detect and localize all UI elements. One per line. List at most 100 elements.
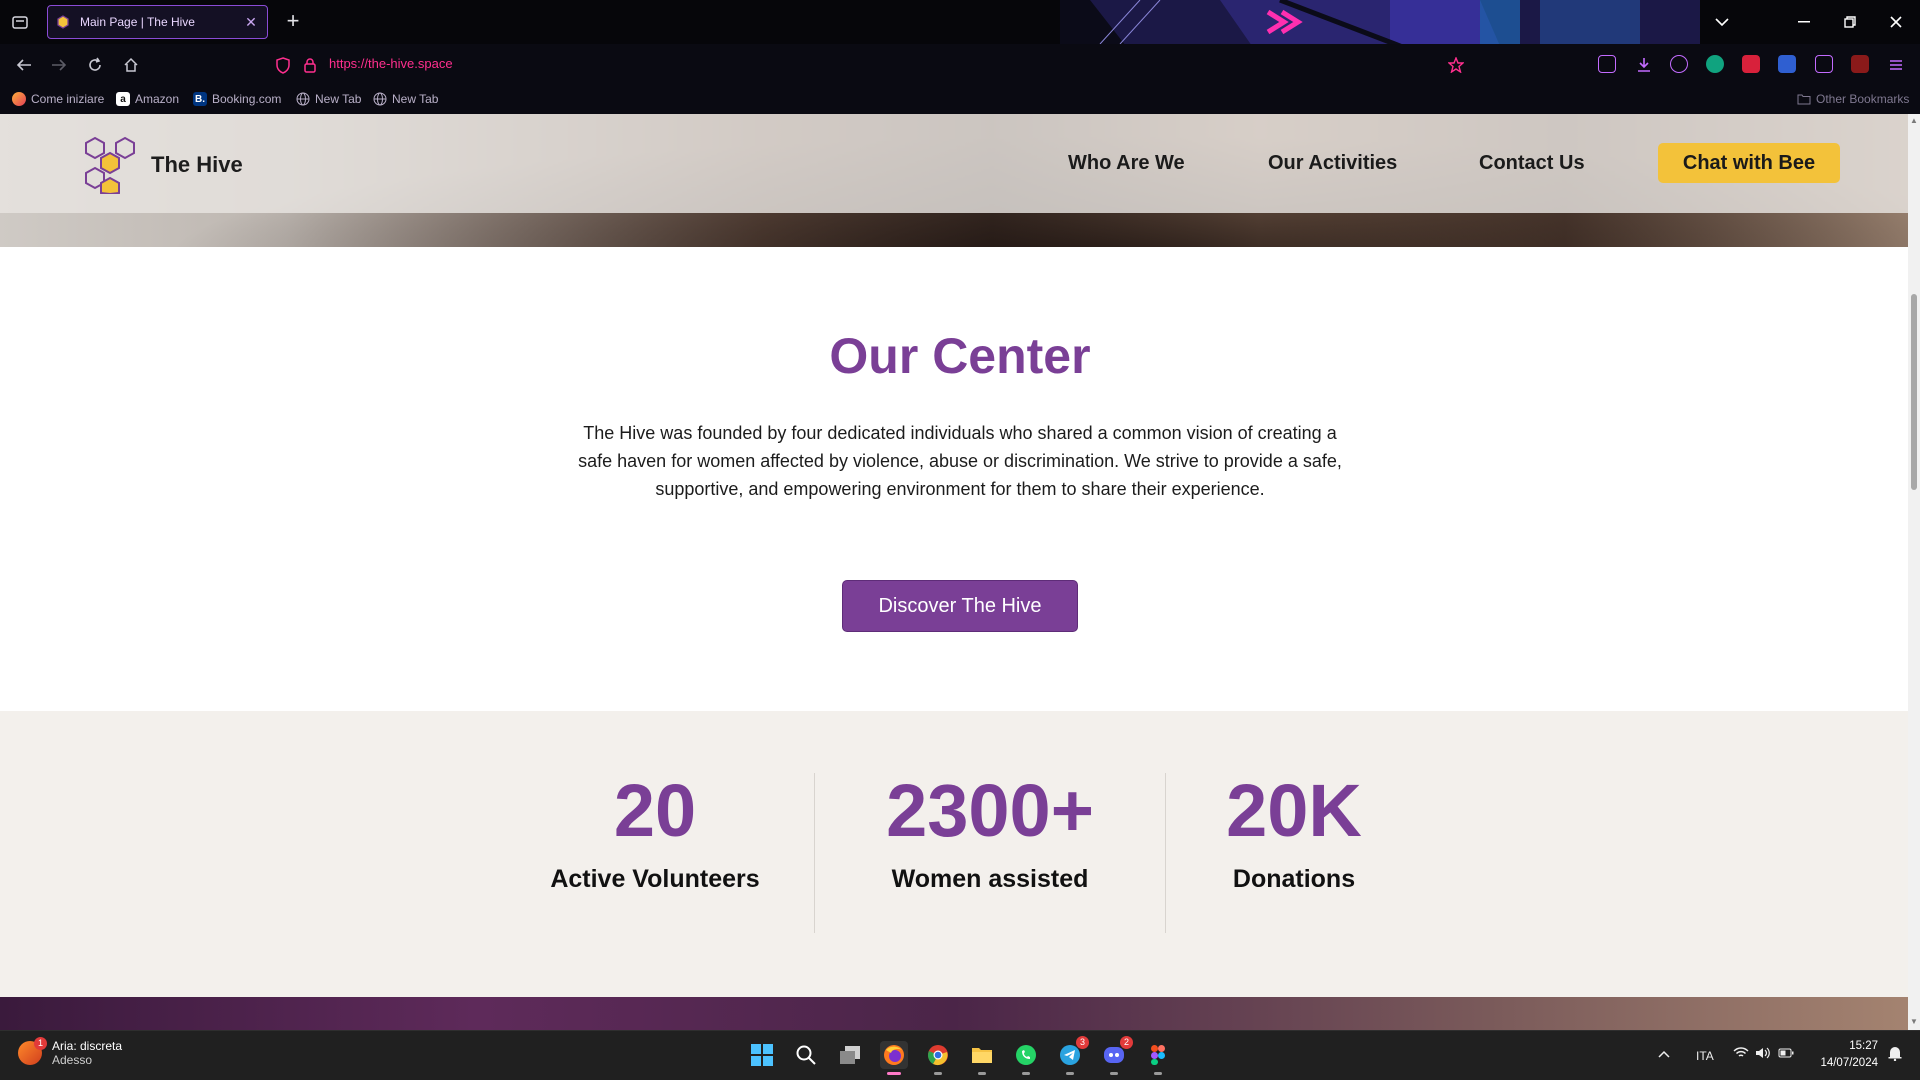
- minimize-icon: [1798, 21, 1810, 23]
- theme-background-art: [1060, 0, 1700, 44]
- running-indicator: [1154, 1072, 1162, 1075]
- stat-women-assisted: 2300+ Women assisted: [842, 771, 1138, 894]
- notification-badge: 3: [1076, 1036, 1089, 1049]
- bookmark-label: Come iniziare: [31, 92, 105, 106]
- windows-logo-icon: [751, 1044, 773, 1066]
- menu-button[interactable]: [1884, 53, 1908, 77]
- site-logo-text[interactable]: The Hive: [151, 152, 243, 178]
- minimize-button[interactable]: [1784, 8, 1824, 36]
- taskbar-whatsapp[interactable]: [1012, 1041, 1040, 1075]
- downloads-button[interactable]: [1632, 53, 1656, 77]
- lock-icon[interactable]: [303, 57, 317, 73]
- bookmark-label: New Tab: [392, 92, 439, 106]
- close-tab-icon[interactable]: ✕: [243, 14, 259, 31]
- language-indicator[interactable]: ITA: [1696, 1049, 1714, 1063]
- taskbar-chrome[interactable]: [924, 1041, 952, 1075]
- forward-button[interactable]: [47, 53, 71, 77]
- hive-favicon-icon: [57, 15, 69, 29]
- back-button[interactable]: [12, 53, 36, 77]
- notifications-bell-icon[interactable]: [1888, 1045, 1902, 1064]
- scroll-up-arrow-icon[interactable]: ▲: [1909, 116, 1919, 126]
- extension-icon[interactable]: [1742, 55, 1760, 73]
- other-bookmarks[interactable]: Other Bookmarks: [1797, 92, 1909, 106]
- hive-logo-icon[interactable]: [80, 134, 140, 194]
- restore-button[interactable]: [1830, 8, 1870, 36]
- reload-button[interactable]: [83, 53, 107, 77]
- chrome-icon: [928, 1045, 948, 1066]
- active-indicator: [887, 1072, 901, 1075]
- tab-main-page[interactable]: Main Page | The Hive ✕: [47, 5, 268, 39]
- amazon-icon: a: [116, 92, 130, 106]
- system-clock[interactable]: 15:27 14/07/2024: [1798, 1038, 1878, 1072]
- stat-divider: [814, 773, 815, 933]
- page-viewport: The Hive Who Are We Our Activities Conta…: [0, 114, 1920, 1030]
- bookmark-booking[interactable]: B. Booking.com: [193, 92, 281, 106]
- taskbar-telegram[interactable]: 3: [1056, 1036, 1089, 1075]
- figma-icon: [1151, 1045, 1165, 1065]
- search-button[interactable]: [792, 1041, 820, 1069]
- running-indicator: [1110, 1072, 1118, 1075]
- stats-section: 20 Active Volunteers 2300+ Women assiste…: [0, 711, 1908, 997]
- extension-icon[interactable]: [1778, 55, 1796, 73]
- nav-contact-us[interactable]: Contact Us: [1479, 152, 1585, 175]
- bookmark-new-tab[interactable]: New Tab: [373, 92, 438, 106]
- nav-who-are-we[interactable]: Who Are We: [1068, 152, 1185, 175]
- bookmarks-toolbar: Come iniziare a Amazon B. Booking.com Ne…: [0, 86, 1920, 114]
- firefox-icon: [884, 1045, 904, 1065]
- scroll-down-arrow-icon[interactable]: ▼: [1909, 1017, 1919, 1027]
- tracking-shield-icon[interactable]: [275, 57, 291, 74]
- our-center-section: Our Center The Hive was founded by four …: [0, 247, 1908, 711]
- globe-icon: [373, 92, 387, 106]
- home-button[interactable]: [119, 53, 143, 77]
- taskbar-discord[interactable]: 2: [1100, 1036, 1133, 1075]
- taskbar-figma[interactable]: [1144, 1041, 1172, 1075]
- taskbar-firefox[interactable]: [880, 1041, 908, 1075]
- extensions-puzzle-icon[interactable]: [1815, 55, 1833, 73]
- start-button[interactable]: [748, 1041, 776, 1069]
- weather-subtitle: Adesso: [52, 1053, 93, 1067]
- windows-taskbar: 1 Aria: discreta Adesso 3 2 ITA 15:27 14…: [0, 1030, 1920, 1080]
- chevron-down-icon: [1715, 17, 1729, 26]
- tab-list-icon: [12, 16, 28, 29]
- scrollbar-thumb[interactable]: [1911, 294, 1917, 490]
- volume-icon[interactable]: [1755, 1047, 1771, 1062]
- url-text[interactable]: https://the-hive.space: [329, 56, 453, 71]
- task-view-button[interactable]: [836, 1041, 864, 1069]
- taskbar-file-explorer[interactable]: [968, 1041, 996, 1075]
- discover-the-hive-button[interactable]: Discover The Hive: [842, 580, 1078, 632]
- clock-date: 14/07/2024: [1820, 1057, 1878, 1069]
- next-section-image: [0, 997, 1908, 1030]
- extension-icon[interactable]: [1706, 55, 1724, 73]
- bookmark-label: Amazon: [135, 92, 180, 106]
- weather-widget[interactable]: 1 Aria: discreta Adesso: [18, 1037, 122, 1067]
- battery-icon[interactable]: [1778, 1047, 1794, 1061]
- search-icon: [796, 1045, 816, 1065]
- ublock-icon[interactable]: [1851, 55, 1869, 73]
- stat-value: 2300+: [886, 769, 1094, 852]
- address-bar[interactable]: https://the-hive.space: [268, 48, 1480, 82]
- account-icon[interactable]: [1670, 55, 1688, 73]
- globe-icon: [296, 92, 310, 106]
- stat-value: 20K: [1226, 769, 1362, 852]
- site-header: The Hive Who Are We Our Activities Conta…: [0, 114, 1908, 213]
- stat-value: 20: [613, 769, 697, 852]
- bookmark-amazon[interactable]: a Amazon: [116, 92, 179, 106]
- notification-badge: 2: [1120, 1036, 1133, 1049]
- wifi-icon[interactable]: [1733, 1047, 1749, 1062]
- new-tab-button[interactable]: +: [281, 10, 305, 34]
- close-window-button[interactable]: [1876, 8, 1916, 36]
- nav-our-activities[interactable]: Our Activities: [1268, 152, 1397, 175]
- pocket-icon[interactable]: [1598, 55, 1616, 73]
- bookmark-come-iniziare[interactable]: Come iniziare: [12, 92, 104, 106]
- whatsapp-icon: [1016, 1045, 1036, 1065]
- running-indicator: [1066, 1072, 1074, 1075]
- tab-list-button[interactable]: [8, 10, 32, 34]
- bookmark-new-tab[interactable]: New Tab: [296, 92, 361, 106]
- restore-icon: [1844, 16, 1856, 28]
- bookmark-label: New Tab: [315, 92, 362, 106]
- list-all-tabs-button[interactable]: [1702, 8, 1742, 36]
- chat-with-bee-button[interactable]: Chat with Bee: [1658, 143, 1840, 183]
- show-hidden-icons-button[interactable]: [1658, 1047, 1670, 1061]
- page-scrollbar[interactable]: ▲ ▼: [1908, 114, 1920, 1030]
- bookmark-star-icon[interactable]: [1448, 57, 1464, 73]
